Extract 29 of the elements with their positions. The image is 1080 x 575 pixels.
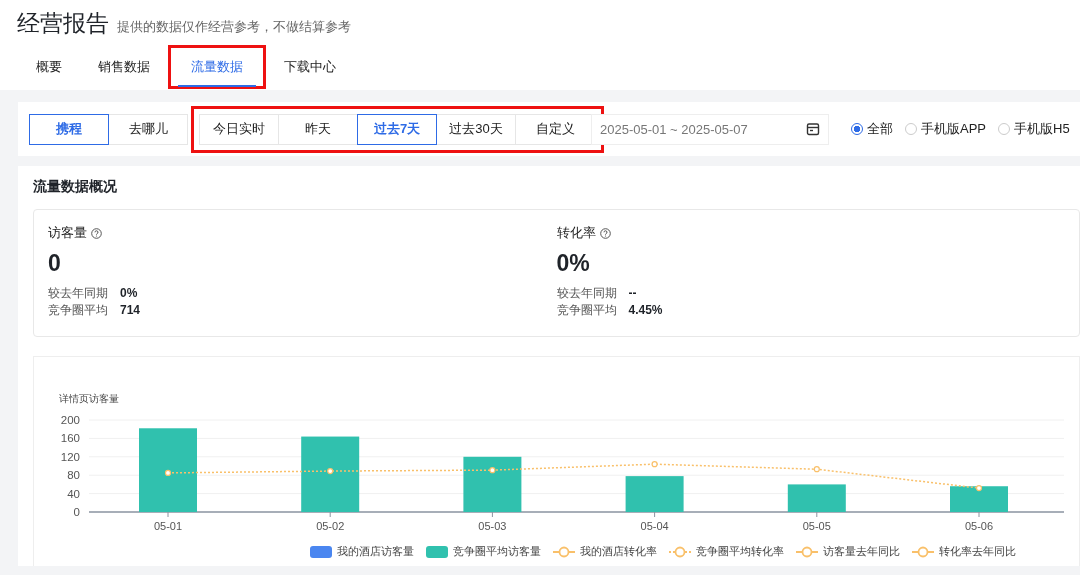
- metric-label: 转化率: [556, 224, 596, 242]
- comparison-label: 较去年同期: [48, 285, 108, 302]
- tick-label: 05-05: [802, 520, 831, 532]
- page-title: 经营报告: [17, 9, 109, 38]
- date-range-text: 2025-05-01 ~ 2025-05-07: [600, 121, 748, 137]
- tick-label: 160: [60, 432, 80, 445]
- comparison-value: --: [628, 285, 637, 302]
- comparison-label: 竞争圈平均: [48, 302, 108, 319]
- metric-label: 访客量: [48, 224, 87, 242]
- tick-label: 05-06: [964, 520, 994, 532]
- tick-label: 05-04: [640, 520, 669, 532]
- tick-label: 0: [73, 506, 80, 518]
- tick-label: 80: [67, 469, 80, 482]
- tick-label: 05-03: [478, 520, 507, 532]
- comparison-value: 4.45%: [628, 302, 663, 319]
- comparison-value: 714: [120, 302, 141, 319]
- comparison-label: 较去年同期: [556, 285, 617, 302]
- tick-label: 200: [60, 414, 80, 426]
- tick-label: 05-01: [153, 520, 183, 532]
- comparison-label: 竞争圈平均: [556, 302, 617, 319]
- axis-title: 详情页访客量: [59, 393, 119, 404]
- metric-value: 0: [48, 250, 62, 277]
- tick-label: 40: [67, 487, 80, 500]
- comparison-value: 0%: [120, 285, 138, 302]
- page-subtitle: 提供的数据仅作经营参考，不做结算参考: [117, 18, 351, 36]
- section-title: 流量数据概况: [33, 178, 118, 196]
- metric-value: 0%: [556, 250, 591, 277]
- tick-label: 05-02: [316, 520, 345, 532]
- tick-label: 120: [60, 450, 80, 463]
